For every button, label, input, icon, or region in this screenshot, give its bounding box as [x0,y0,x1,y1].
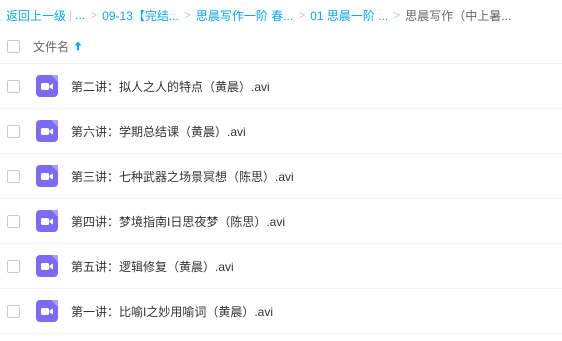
row-checkbox[interactable] [7,304,20,318]
video-file-icon [36,75,58,97]
arrow-up-icon[interactable] [74,41,82,51]
file-name[interactable]: 第四讲：梦境指南I日思夜梦（陈思）.avi [71,213,285,230]
breadcrumb-ellipsis[interactable]: ... [75,8,85,22]
breadcrumb-item[interactable]: 01 思晨一阶 ... [310,7,388,24]
video-file-icon [36,300,58,322]
video-file-icon [36,255,58,277]
breadcrumb-separator: > [183,8,191,22]
file-name[interactable]: 第三讲：七种武器之场景冥想（陈思）.avi [71,168,294,185]
file-name[interactable]: 第五讲：逻辑修复（黄晨）.avi [71,258,234,275]
breadcrumb: 返回上一级 | ... > 09-13【完结... > 思晨写作一阶 春... … [6,6,562,24]
row-checkbox[interactable] [7,124,20,138]
row-checkbox[interactable] [7,79,20,93]
breadcrumb-separator: > [90,8,98,22]
back-link[interactable]: 返回上一级 [6,7,66,24]
row-checkbox[interactable] [7,259,20,273]
file-row[interactable]: 第一讲：比喻I之妙用喻词（黄晨）.avi [0,289,562,334]
file-row[interactable]: 第三讲：七种武器之场景冥想（陈思）.avi [0,154,562,199]
video-file-icon [36,210,58,232]
file-row[interactable]: 第四讲：梦境指南I日思夜梦（陈思）.avi [0,199,562,244]
row-checkbox[interactable] [7,214,20,228]
video-file-icon [36,165,58,187]
file-name[interactable]: 第六讲：学期总结课（黄晨）.avi [71,123,246,140]
file-name[interactable]: 第二讲：拟人之人的特点（黄晨）.avi [71,78,270,95]
column-header-filename[interactable]: 文件名 [33,38,69,55]
file-row[interactable]: 第六讲：学期总结课（黄晨）.avi [0,109,562,154]
breadcrumb-current: 思晨写作（中上暑... [405,8,512,23]
breadcrumb-separator: > [298,8,306,22]
video-file-icon [36,120,58,142]
select-all-checkbox[interactable] [7,39,20,53]
breadcrumb-divider: | [69,8,73,22]
breadcrumb-separator: > [393,8,401,22]
file-name[interactable]: 第一讲：比喻I之妙用喻词（黄晨）.avi [71,303,273,320]
file-row[interactable]: 第五讲：逻辑修复（黄晨）.avi [0,244,562,289]
breadcrumb-item[interactable]: 09-13【完结... [102,7,179,24]
file-list-header: 文件名 [0,29,562,64]
file-row[interactable]: 第二讲：拟人之人的特点（黄晨）.avi [0,64,562,109]
row-checkbox[interactable] [7,169,20,183]
breadcrumb-item[interactable]: 思晨写作一阶 春... [196,7,293,24]
